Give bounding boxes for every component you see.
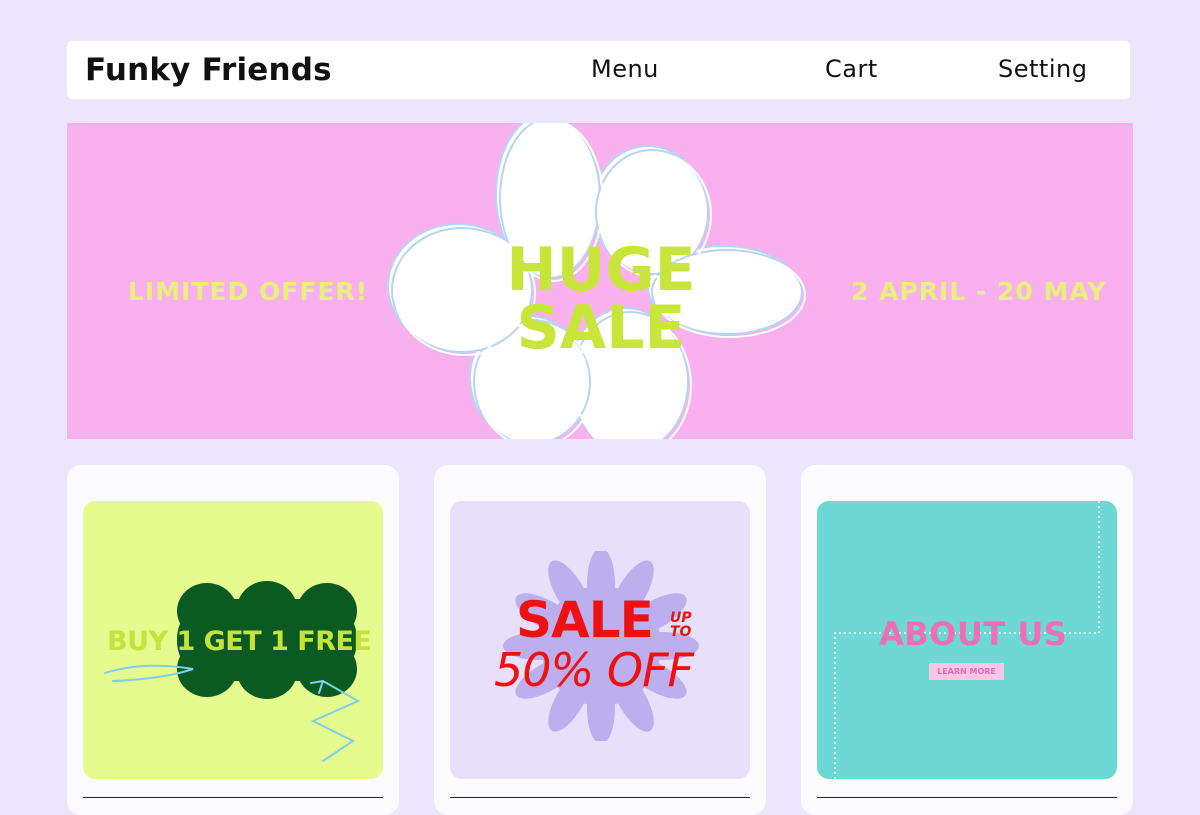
brand-logo-text[interactable]: Funky Friends: [85, 52, 332, 88]
limited-offer-text: LIMITED OFFER!: [128, 277, 369, 306]
promo-card-bogo[interactable]: BUY 1 GET 1 FREE: [67, 465, 399, 815]
learn-more-button[interactable]: LEARN MORE: [929, 663, 1004, 680]
about-image[interactable]: ABOUT US LEARN MORE: [817, 501, 1117, 779]
promo-card-about[interactable]: ABOUT US LEARN MORE: [801, 465, 1133, 815]
bogo-image[interactable]: BUY 1 GET 1 FREE: [83, 501, 383, 779]
sale-image[interactable]: SALE UP TO 50% OFF: [450, 501, 750, 779]
card-divider: [450, 797, 750, 798]
huge-sale-headline: HUGE SALE: [485, 235, 717, 363]
up-to-text: UP TO: [670, 611, 692, 639]
up-text: UP: [670, 610, 692, 626]
discount-text: 50% OFF: [494, 643, 694, 697]
about-us-title: ABOUT US: [879, 615, 1068, 653]
sale-date-range: 2 APRIL - 20 MAY: [851, 277, 1107, 306]
top-navbar: Funky Friends Menu Cart Setting: [67, 41, 1130, 99]
headline-line-1: HUGE: [506, 235, 696, 305]
sale-word: SALE: [516, 591, 654, 649]
card-divider: [817, 797, 1117, 798]
card-divider: [83, 797, 383, 798]
promo-card-sale[interactable]: SALE UP TO 50% OFF: [434, 465, 766, 815]
nav-cart-link[interactable]: Cart: [825, 55, 878, 83]
headline-line-2: SALE: [516, 293, 686, 363]
nav-setting-link[interactable]: Setting: [998, 55, 1087, 83]
to-text: TO: [670, 624, 692, 640]
hero-sale-banner[interactable]: LIMITED OFFER! HUGE SALE 2 APRIL - 20 MA…: [67, 123, 1133, 439]
nav-menu-link[interactable]: Menu: [591, 55, 659, 83]
scribble-arrow-icon: [104, 664, 361, 762]
